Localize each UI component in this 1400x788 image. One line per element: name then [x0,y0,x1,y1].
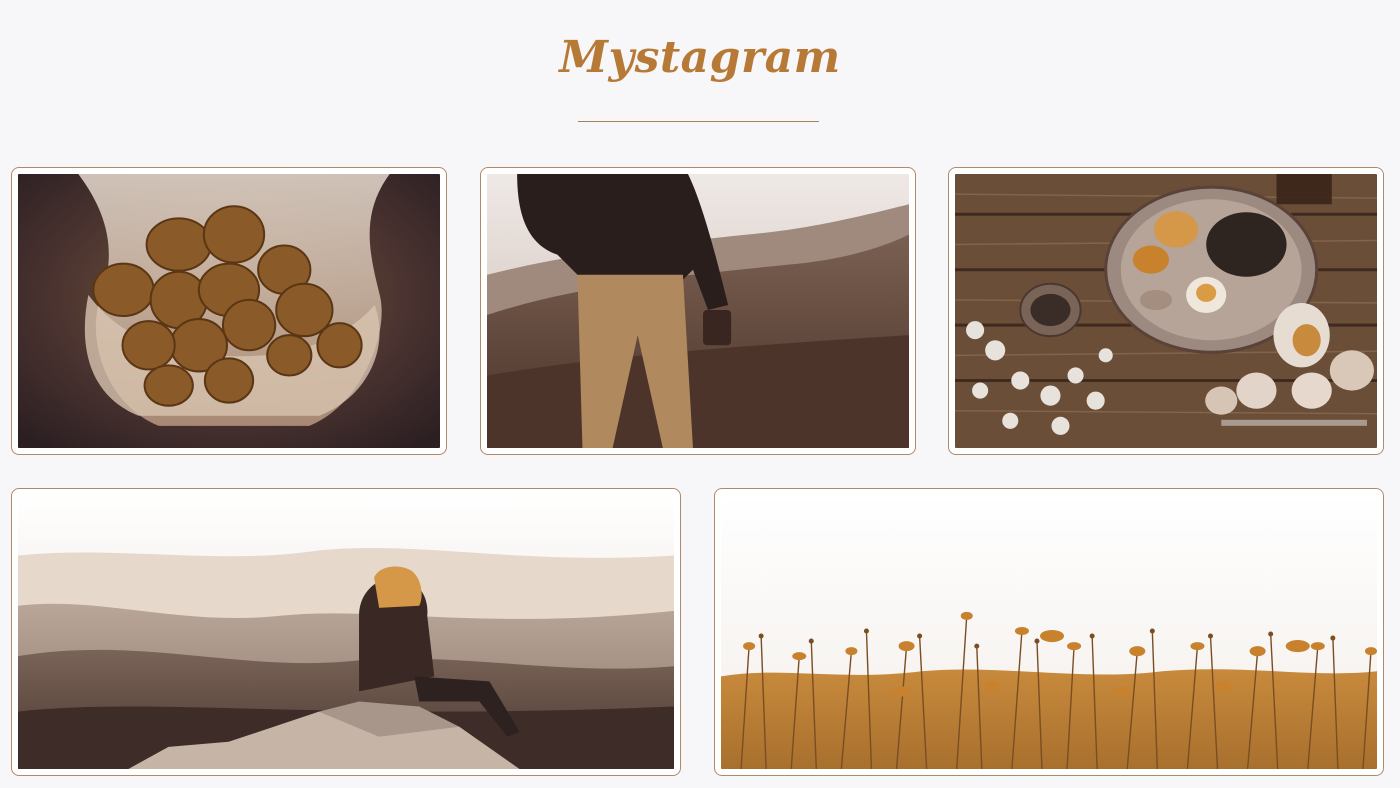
site-title: Mystagram [559,32,841,83]
strawberries-photo [18,174,440,448]
photo-card-food-table[interactable] [948,167,1384,455]
food-table-photo [955,174,1377,448]
page: Mystagram [0,0,1400,788]
mountain-view-photo [18,495,674,769]
photo-card-strawberries[interactable] [11,167,447,455]
photo-card-hillside-camera[interactable] [480,167,916,455]
photo-card-wildflowers[interactable] [714,488,1384,776]
title-divider [578,121,819,122]
photo-card-mountain-view[interactable] [11,488,681,776]
wildflowers-photo [721,495,1377,769]
hillside-camera-photo [487,174,909,448]
